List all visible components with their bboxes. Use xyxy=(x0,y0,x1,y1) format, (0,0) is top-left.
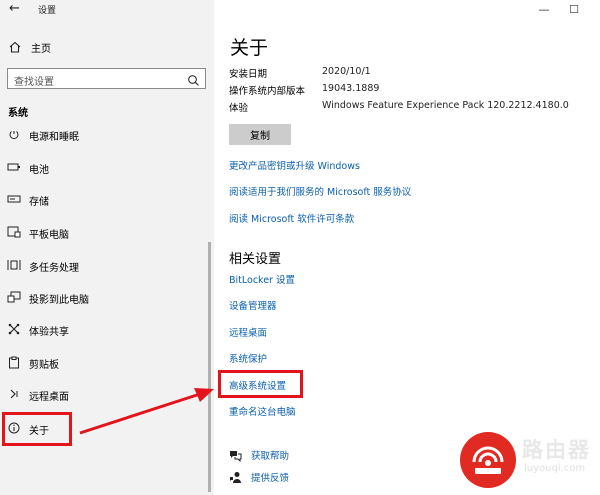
projecting-icon xyxy=(7,290,21,304)
router-logo-icon xyxy=(460,432,516,488)
maximize-button[interactable]: ☐ xyxy=(560,0,588,18)
sidebar-item-projecting[interactable]: 投影到此电脑 xyxy=(0,286,214,308)
feedback-link[interactable]: 提供反馈 xyxy=(229,469,289,485)
sidebar-item-label: 存储 xyxy=(29,197,49,208)
related-settings-heading: 相关设置 xyxy=(229,252,282,267)
sidebar-item-home[interactable]: 主页 xyxy=(8,38,51,56)
bitlocker-settings-link[interactable]: BitLocker 设置 xyxy=(229,272,295,286)
device-manager-link[interactable]: 设备管理器 xyxy=(229,298,277,312)
sidebar-item-label: 平板电脑 xyxy=(29,230,69,241)
page-title: 关于 xyxy=(230,37,269,59)
sidebar-item-label: 远程桌面 xyxy=(29,392,69,403)
sidebar-item-label: 剪贴板 xyxy=(29,360,59,371)
sidebar-item-multitasking[interactable]: 多任务处理 xyxy=(0,254,214,276)
system-protection-link[interactable]: 系统保护 xyxy=(229,351,267,365)
sidebar-item-label: 主页 xyxy=(31,43,51,55)
multitasking-icon xyxy=(7,258,21,272)
clipboard-icon xyxy=(7,355,21,369)
sidebar-item-label: 多任务处理 xyxy=(29,263,79,274)
spec-key: 体验 xyxy=(229,103,249,114)
watermark-url: luyouqi.com xyxy=(524,463,586,474)
copy-button[interactable]: 复制 xyxy=(229,124,291,145)
remote-desktop-icon xyxy=(7,387,21,401)
sidebar-item-shared-experiences[interactable]: 体验共享 xyxy=(0,318,214,340)
section-heading: 系统 xyxy=(8,108,28,119)
get-help-label: 获取帮助 xyxy=(251,451,290,462)
sidebar: ← 设置 主页 查找设置 系统 电源和睡眠 电池 存储 平板电脑 多任务处理 投… xyxy=(0,0,214,495)
rename-pc-link[interactable]: 重命名这台电脑 xyxy=(229,404,296,418)
change-product-key-link[interactable]: 更改产品密钥或升级 Windows xyxy=(229,158,360,172)
spec-value: 2020/10/1 xyxy=(322,66,371,77)
battery-icon xyxy=(7,160,21,174)
sidebar-item-label: 电源和睡眠 xyxy=(29,132,79,141)
spec-key: 安装日期 xyxy=(229,69,268,80)
services-agreement-link[interactable]: 阅读适用于我们服务的 Microsoft 服务协议 xyxy=(229,184,411,198)
sidebar-item-power[interactable]: 电源和睡眠 xyxy=(0,131,214,141)
home-icon xyxy=(8,40,22,54)
feedback-icon xyxy=(229,471,242,484)
sidebar-item-label: 投影到此电脑 xyxy=(29,295,89,306)
spec-key: 操作系统内部版本 xyxy=(229,86,306,97)
get-help-link[interactable]: 获取帮助 xyxy=(229,447,289,463)
spec-value: Windows Feature Experience Pack 120.2212… xyxy=(322,100,569,111)
sidebar-item-storage[interactable]: 存储 xyxy=(0,188,214,210)
search-input[interactable]: 查找设置 xyxy=(7,68,206,89)
shared-experiences-icon xyxy=(7,322,21,336)
sidebar-item-battery[interactable]: 电池 xyxy=(0,156,214,178)
help-chat-icon xyxy=(229,449,242,462)
storage-icon xyxy=(7,192,21,206)
tablet-icon xyxy=(7,225,21,239)
highlight-box-about xyxy=(2,412,72,446)
main-pane: — ☐ 关于 安装日期 2020/10/1 操作系统内部版本 19043.188… xyxy=(214,0,600,495)
highlight-box-advanced-settings xyxy=(218,370,303,398)
search-placeholder: 查找设置 xyxy=(14,77,54,88)
watermark: 路由器 luyouqi.com xyxy=(460,432,596,488)
watermark-text: 路由器 xyxy=(522,438,591,462)
spec-value: 19043.1889 xyxy=(322,83,380,94)
license-terms-link[interactable]: 阅读 Microsoft 软件许可条款 xyxy=(229,211,354,225)
sidebar-item-tablet[interactable]: 平板电脑 xyxy=(0,221,214,243)
sidebar-item-clipboard[interactable]: 剪贴板 xyxy=(0,351,214,373)
sidebar-scrollbar[interactable] xyxy=(208,242,211,492)
power-icon xyxy=(7,131,21,141)
minimize-button[interactable]: — xyxy=(530,0,558,18)
search-icon[interactable] xyxy=(187,72,200,86)
app-title: 设置 xyxy=(38,6,57,16)
sidebar-item-label: 电池 xyxy=(29,165,49,176)
remote-desktop-link[interactable]: 远程桌面 xyxy=(229,325,267,339)
sidebar-item-remote-desktop[interactable]: 远程桌面 xyxy=(0,383,214,405)
sidebar-item-label: 体验共享 xyxy=(29,327,69,338)
back-arrow-icon[interactable]: ← xyxy=(9,2,23,16)
feedback-label: 提供反馈 xyxy=(251,473,290,484)
